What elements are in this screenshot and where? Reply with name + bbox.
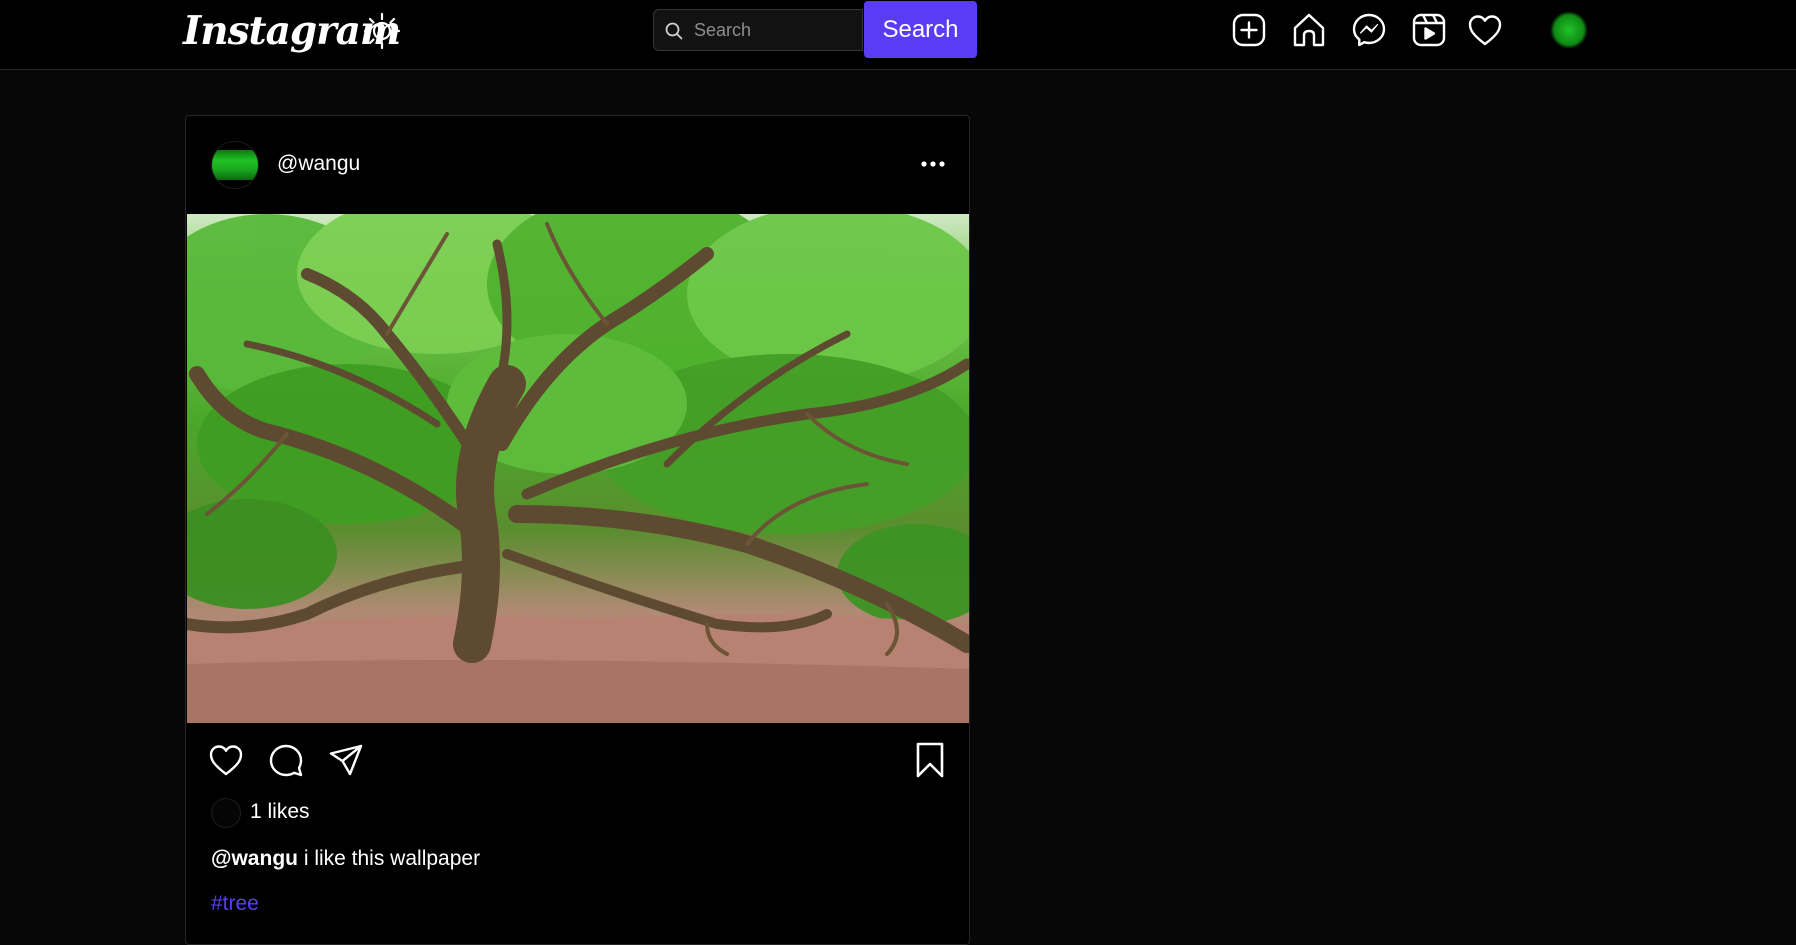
caption-username[interactable]: @wangu xyxy=(211,847,298,870)
search-button[interactable]: Search xyxy=(864,1,977,58)
reels-icon[interactable] xyxy=(1410,11,1448,49)
post-author-avatar[interactable] xyxy=(211,141,259,189)
comment-icon[interactable] xyxy=(267,741,305,779)
post-image[interactable] xyxy=(187,214,969,723)
post-username[interactable]: @wangu xyxy=(277,152,360,176)
likes-count[interactable]: 1 likes xyxy=(250,800,310,824)
sun-icon[interactable] xyxy=(362,11,402,51)
home-icon[interactable] xyxy=(1290,11,1328,49)
search-box xyxy=(653,9,863,51)
post-caption: @wangu i like this wallpaper xyxy=(211,847,480,871)
more-options-icon[interactable] xyxy=(916,152,950,176)
caption-text: i like this wallpaper xyxy=(297,847,481,870)
plus-square-icon[interactable] xyxy=(1230,11,1268,49)
bookmark-icon[interactable] xyxy=(911,741,949,779)
profile-avatar[interactable] xyxy=(1550,11,1588,49)
messenger-icon[interactable] xyxy=(1350,11,1388,49)
heart-icon[interactable] xyxy=(1466,11,1504,49)
tree-photo-illustration xyxy=(187,214,969,723)
liker-avatar[interactable] xyxy=(211,798,241,828)
hashtag-link[interactable]: #tree xyxy=(211,892,259,916)
search-icon xyxy=(664,21,684,41)
share-icon[interactable] xyxy=(327,741,365,779)
search-input[interactable] xyxy=(694,10,859,50)
like-heart-icon[interactable] xyxy=(207,741,245,779)
top-navbar: Instagram Search xyxy=(0,0,1796,70)
post-card: @wangu 1 likes @wangu i like this wallpa… xyxy=(185,115,970,945)
